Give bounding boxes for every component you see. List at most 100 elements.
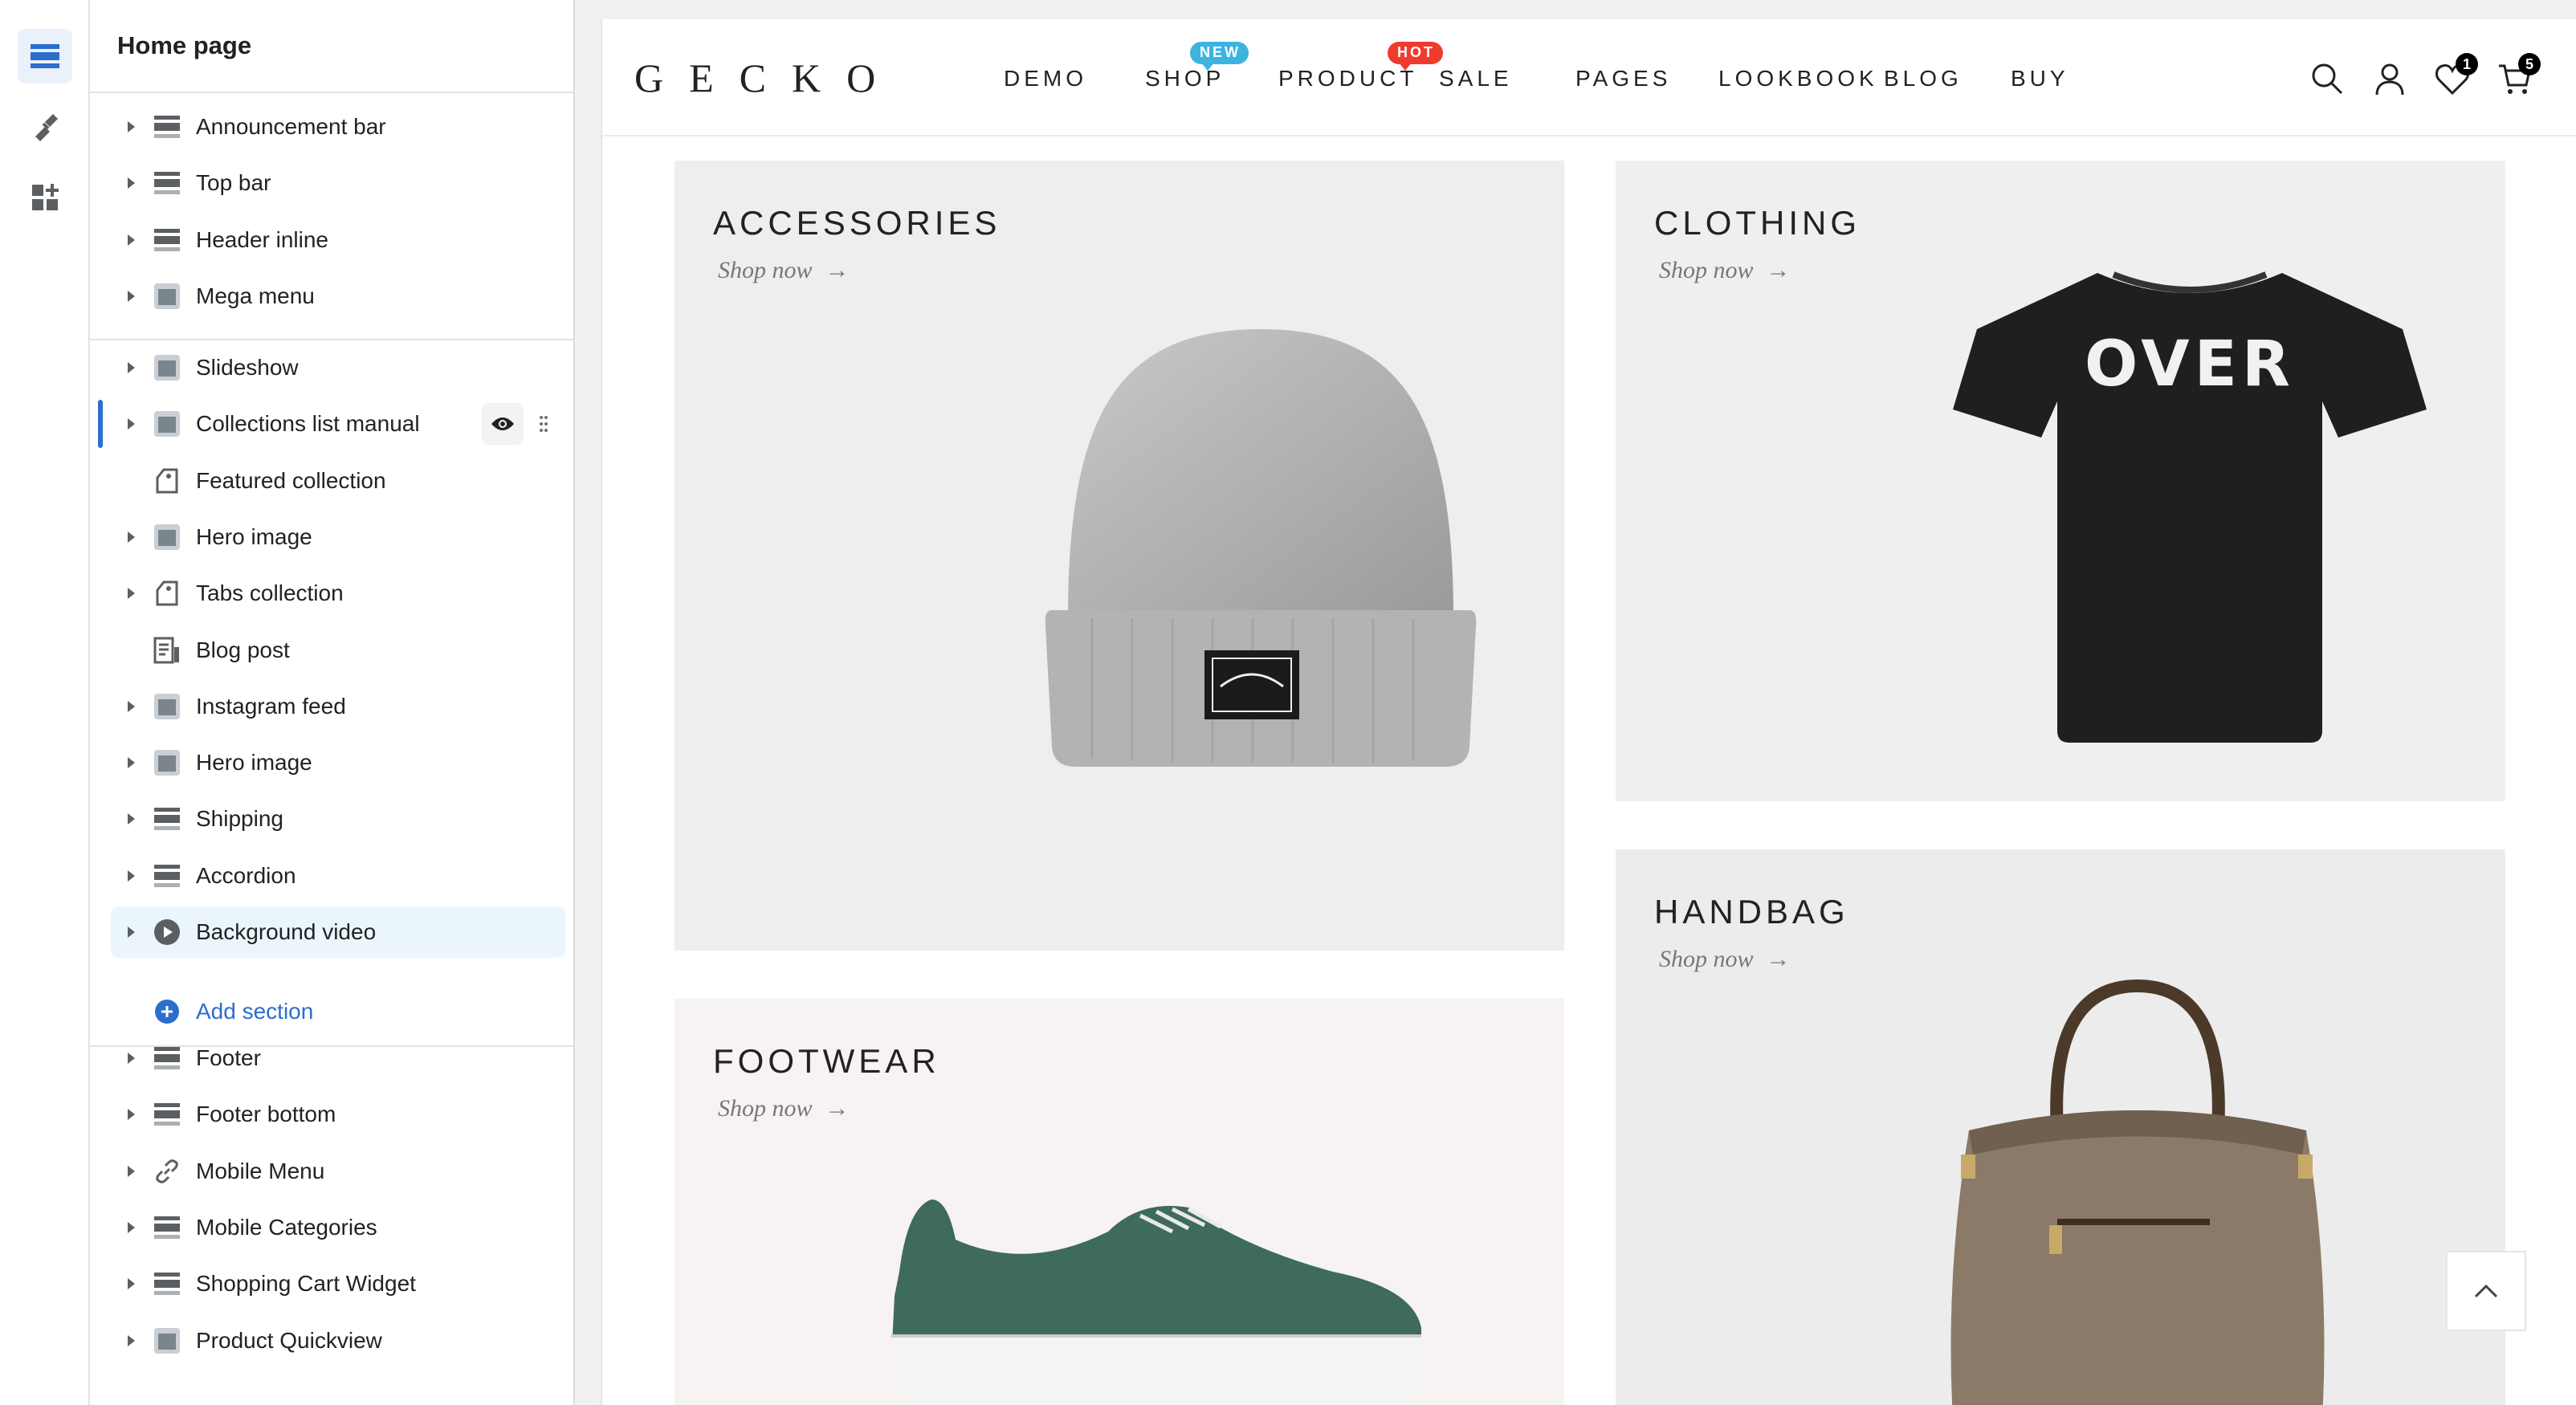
- shop-now-link[interactable]: Shop now →: [1659, 946, 1791, 973]
- nav-label: BUY: [2011, 66, 2069, 91]
- collection-title: ACCESSORIES: [713, 204, 1001, 242]
- collection-card-clothing[interactable]: CLOTHING Shop now → OVER: [1616, 161, 2505, 801]
- section-row[interactable]: Product Quickview: [111, 1315, 565, 1366]
- nav-item-blog[interactable]: BLOG: [1884, 66, 1963, 92]
- divider: [90, 339, 573, 340]
- section-row[interactable]: Tabs collection: [111, 568, 565, 619]
- section-label: Mega menu: [196, 283, 315, 308]
- nav-item-buy[interactable]: BUY: [2011, 66, 2069, 92]
- expand-caret-icon[interactable]: [122, 287, 140, 305]
- section-row[interactable]: Collections list manual: [98, 398, 565, 450]
- cart-count: 5: [2518, 53, 2541, 75]
- section-row[interactable]: Accordion: [111, 850, 565, 902]
- store-logo[interactable]: GECKO: [634, 55, 901, 101]
- expand-caret-icon[interactable]: [122, 698, 140, 715]
- expand-caret-icon[interactable]: [122, 528, 140, 546]
- section-label: Announcement bar: [196, 114, 386, 139]
- section-row[interactable]: Top bar: [111, 157, 565, 209]
- sections-panel: Home page Announcement bar Top bar Header …: [90, 0, 575, 1405]
- section-row[interactable]: Hero image: [111, 737, 565, 788]
- section-label: Mobile Categories: [196, 1215, 377, 1240]
- expand-caret-icon[interactable]: [122, 754, 140, 772]
- expand-caret-icon[interactable]: [122, 923, 140, 941]
- nav-label: BLOG: [1884, 66, 1963, 91]
- section-row[interactable]: Header inline: [111, 214, 565, 266]
- nav-item-demo[interactable]: DEMO: [1004, 66, 1087, 92]
- expand-caret-icon[interactable]: [122, 231, 140, 249]
- expand-caret-icon[interactable]: [122, 359, 140, 377]
- image-thumb-icon: [151, 690, 183, 723]
- section-label: Footer: [196, 1045, 261, 1070]
- section-label: Shipping: [196, 806, 283, 831]
- nav-item-pages[interactable]: PAGES: [1575, 66, 1671, 92]
- collection-card-accessories[interactable]: ACCESSORIES Shop now →: [675, 161, 1564, 951]
- shop-now-link[interactable]: Shop now →: [718, 1095, 850, 1122]
- wishlist-icon[interactable]: 1: [2431, 53, 2478, 100]
- nav-item-sale[interactable]: SALE: [1439, 66, 1513, 92]
- shop-now-label: Shop now: [1659, 257, 1754, 283]
- expand-caret-icon[interactable]: [122, 174, 140, 192]
- drag-handle-icon[interactable]: [532, 403, 556, 445]
- section-row[interactable]: Slideshow: [111, 342, 565, 393]
- nav-item-shop[interactable]: SHOP NEW: [1145, 42, 1249, 92]
- expand-caret-icon[interactable]: [122, 415, 140, 433]
- search-icon[interactable]: [2306, 58, 2348, 100]
- sneaker-image: [890, 1199, 1427, 1400]
- cart-icon[interactable]: 5: [2494, 53, 2541, 100]
- account-icon[interactable]: [2369, 58, 2411, 100]
- visibility-eye-icon[interactable]: [482, 403, 524, 445]
- section-row[interactable]: Footer: [111, 1032, 565, 1084]
- nav-item-lookbook[interactable]: LOOKBOOK: [1718, 66, 1878, 92]
- section-row[interactable]: Background video: [111, 906, 565, 958]
- section-label: Mobile Menu: [196, 1159, 325, 1183]
- shop-now-label: Shop now: [718, 257, 813, 283]
- section-row[interactable]: Mega menu: [111, 271, 565, 322]
- collection-card-handbag[interactable]: HANDBAG Shop now →: [1616, 849, 2505, 1405]
- site-header: GECKO DEMO SHOP NEW PRODUCT HOT SALE PAGES LOOK…: [602, 19, 2576, 136]
- panel-header: Home page: [90, 0, 573, 93]
- expand-caret-icon[interactable]: [122, 1106, 140, 1123]
- section-row[interactable]: Hero image: [111, 511, 565, 563]
- section-row[interactable]: Mobile Categories: [111, 1202, 565, 1253]
- expand-caret-icon[interactable]: [122, 1219, 140, 1236]
- sections-icon[interactable]: [18, 29, 72, 83]
- section-label: Accordion: [196, 863, 296, 888]
- expand-caret-icon[interactable]: [122, 810, 140, 828]
- expand-caret-icon[interactable]: [122, 1332, 140, 1350]
- nav-item-product[interactable]: PRODUCT HOT: [1278, 42, 1443, 92]
- image-thumb-icon: [151, 408, 183, 440]
- expand-caret-icon[interactable]: [122, 118, 140, 136]
- section-row[interactable]: Shipping: [111, 793, 565, 845]
- theme-settings-icon[interactable]: [18, 100, 72, 154]
- tshirt-image: OVER: [1953, 271, 2427, 743]
- section-label: Slideshow: [196, 355, 299, 380]
- apps-icon[interactable]: [18, 170, 72, 225]
- section-row[interactable]: Blog post: [111, 625, 565, 676]
- expand-caret-icon[interactable]: [122, 584, 140, 602]
- section-label: Blog post: [196, 637, 290, 662]
- section-row[interactable]: Shopping Cart Widget: [111, 1258, 565, 1309]
- row-actions: [482, 403, 556, 445]
- section-row[interactable]: Footer bottom: [111, 1089, 565, 1140]
- collection-card-footwear[interactable]: FOOTWEAR Shop now →: [675, 999, 1564, 1405]
- collection-title: HANDBAG: [1654, 893, 1849, 931]
- section-label: Featured collection: [196, 468, 386, 493]
- expand-caret-icon[interactable]: [122, 1049, 140, 1067]
- tag-icon: [151, 577, 183, 609]
- expand-caret-icon[interactable]: [122, 1275, 140, 1293]
- back-to-top-button[interactable]: [2446, 1251, 2526, 1331]
- page-title: Home page: [117, 31, 252, 59]
- expand-caret-icon[interactable]: [122, 867, 140, 885]
- add-section-button[interactable]: Add section: [111, 986, 565, 1037]
- nav-label: SALE: [1439, 66, 1513, 91]
- section-row[interactable]: Mobile Menu: [111, 1146, 565, 1197]
- tshirt-print: OVER: [2085, 328, 2295, 401]
- section-row[interactable]: Featured collection: [111, 455, 565, 507]
- nav-label: PAGES: [1575, 66, 1672, 91]
- section-row[interactable]: Announcement bar: [111, 101, 565, 153]
- shop-now-link[interactable]: Shop now →: [1659, 257, 1791, 284]
- shop-now-link[interactable]: Shop now →: [718, 257, 850, 284]
- section-layout-icon: [151, 803, 183, 835]
- section-row[interactable]: Instagram feed: [111, 681, 565, 732]
- expand-caret-icon[interactable]: [122, 1163, 140, 1180]
